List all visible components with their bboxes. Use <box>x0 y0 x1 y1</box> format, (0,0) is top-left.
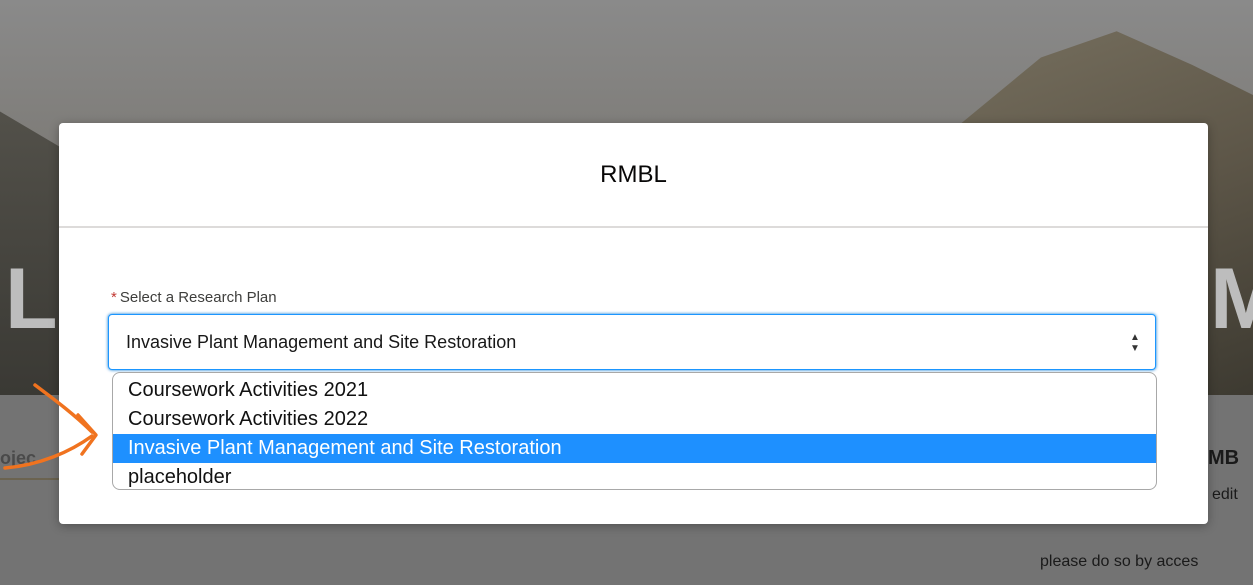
background-text-line: please do so by acces <box>1040 553 1199 570</box>
modal-title: RMBL <box>600 160 667 188</box>
field-label-text: Select a Research Plan <box>119 289 277 306</box>
dropdown-option-selected[interactable]: Invasive Plant Management and Site Resto… <box>113 434 1156 463</box>
modal-header: RMBL <box>59 123 1208 228</box>
chevron-up-icon: ▲ <box>1130 332 1140 343</box>
required-marker: * <box>111 289 117 306</box>
background-text-line: edit <box>1212 486 1238 503</box>
orange-arrow-icon <box>3 383 98 470</box>
select-dropdown-list: Coursework Activities 2021 Coursework Ac… <box>112 372 1157 490</box>
select-value: Invasive Plant Management and Site Resto… <box>126 332 517 352</box>
dropdown-option[interactable]: Coursework Activities 2022 <box>113 405 1156 434</box>
up-down-stepper-icon[interactable]: ▲ ▼ <box>1130 328 1140 358</box>
hero-title-fragment-right: M <box>1210 251 1253 347</box>
research-plan-select[interactable]: Invasive Plant Management and Site Resto… <box>108 314 1156 370</box>
field-label: * Select a Research Plan <box>111 289 277 306</box>
chevron-down-icon: ▼ <box>1130 343 1140 354</box>
dropdown-option[interactable]: placeholder <box>113 463 1156 489</box>
research-plan-modal: RMBL * Select a Research Plan Invasive Pl… <box>59 123 1208 524</box>
dropdown-option[interactable]: Coursework Activities 2021 <box>113 376 1156 405</box>
background-heading: MB <box>1208 447 1240 469</box>
